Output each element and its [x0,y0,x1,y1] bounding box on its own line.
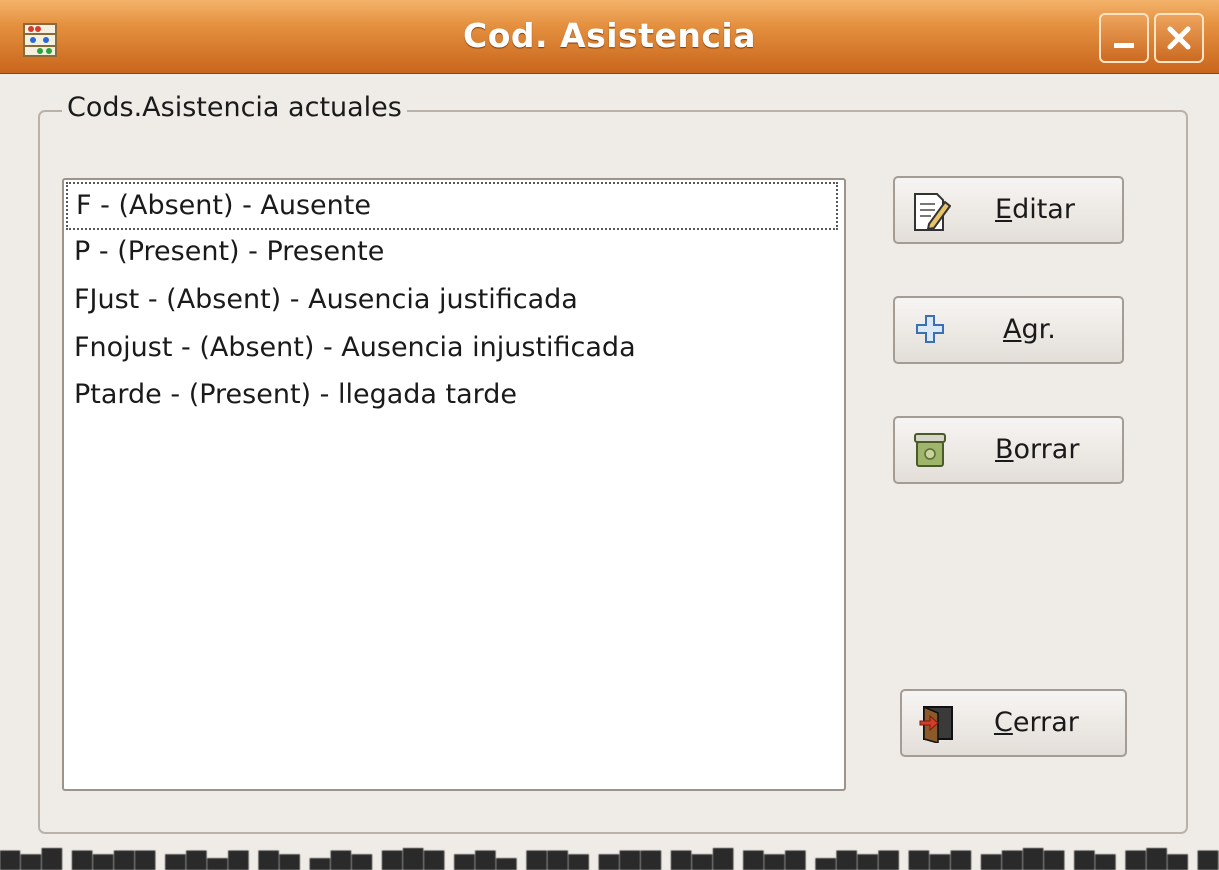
add-button[interactable]: Agr. [893,296,1124,364]
close-dialog-button[interactable]: Cerrar [900,689,1127,757]
list-item[interactable]: Ptarde - (Present) - llegada tarde [74,373,517,417]
rendering-artifact-strip: ▆▅▇ ▆▅▆▆ ▅▆▄▆ ▆▅ ▄▆▅ ▆▇▆ ▅▆▄ ▆▆▅ ▅▆▆ ▆▅▇… [0,848,1219,870]
close-icon [1167,26,1191,50]
close-dialog-button-label: Cerrar [994,707,1079,738]
trash-icon [911,430,951,470]
title-bar[interactable]: Cod. Asistencia [0,0,1219,74]
delete-button[interactable]: Borrar [893,416,1124,484]
close-button[interactable] [1154,13,1204,63]
edit-button[interactable]: Editar [893,176,1124,244]
frame-legend: Cods.Asistencia actuales [62,92,407,123]
minimize-icon [1114,43,1134,48]
list-item[interactable]: F - (Absent) - Ausente [66,182,838,230]
exit-door-icon [918,703,958,744]
dialog-window: Cod. Asistencia Cods.Asistencia actuales… [0,0,1219,870]
list-item[interactable]: P - (Present) - Presente [74,230,384,274]
delete-button-label: Borrar [995,434,1080,465]
list-item[interactable]: FJust - (Absent) - Ausencia justificada [74,278,578,322]
list-item[interactable]: Fnojust - (Absent) - Ausencia injustific… [74,326,636,370]
minimize-button[interactable] [1099,13,1149,63]
edit-button-label: Editar [995,194,1075,225]
edit-document-icon [911,190,952,231]
codes-listbox[interactable]: F - (Absent) - Ausente P - (Present) - P… [62,178,846,791]
add-button-label: Agr. [1003,314,1056,345]
plus-icon [911,310,951,350]
window-title: Cod. Asistencia [463,16,756,55]
